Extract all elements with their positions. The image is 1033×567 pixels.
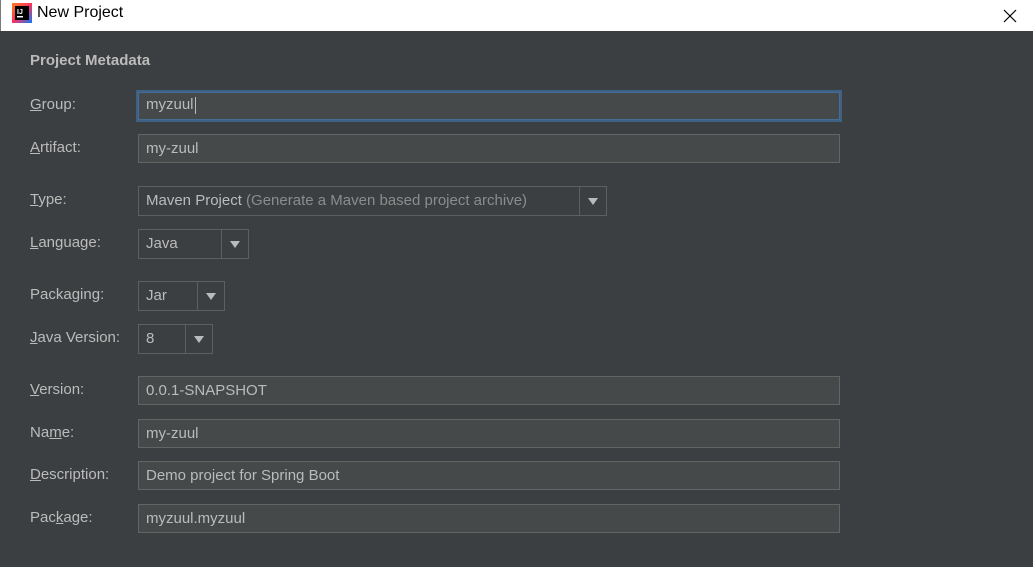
language-select[interactable]: Java bbox=[138, 229, 249, 259]
packaging-label-text: ing: bbox=[80, 286, 105, 303]
group-label-mnemonic: G bbox=[30, 96, 42, 113]
artifact-label-text: rtifact: bbox=[40, 139, 81, 156]
description-label: Description: bbox=[30, 466, 109, 483]
name-label-text: e: bbox=[61, 424, 75, 441]
packaging-select-value: Jar bbox=[146, 287, 167, 304]
language-label: Language: bbox=[30, 234, 101, 251]
close-button[interactable] bbox=[987, 0, 1033, 31]
java-version-label-text: ava Version: bbox=[37, 329, 121, 346]
language-select-value: Java bbox=[146, 235, 178, 252]
group-label: Group: bbox=[30, 96, 76, 113]
svg-text:IJ: IJ bbox=[17, 9, 23, 16]
type-label: Type: bbox=[30, 191, 67, 208]
version-label-mnemonic: V bbox=[30, 381, 40, 398]
type-select-hint: (Generate a Maven based project archive) bbox=[246, 192, 528, 209]
java-version-select-value: 8 bbox=[146, 330, 155, 347]
artifact-label-mnemonic: A bbox=[30, 139, 41, 156]
packaging-label-prefix: Packa bbox=[30, 286, 72, 303]
java-version-label: Java Version: bbox=[30, 329, 120, 346]
group-input[interactable]: myzuul bbox=[136, 90, 842, 122]
chevron-down-icon bbox=[194, 335, 204, 343]
text-cursor bbox=[194, 96, 196, 114]
type-select-value: Maven Project bbox=[146, 192, 242, 209]
artifact-label: Artifact: bbox=[30, 139, 81, 156]
name-label-prefix: Na bbox=[30, 424, 50, 441]
artifact-input[interactable]: my-zuul bbox=[138, 134, 840, 163]
version-label-text: ersion: bbox=[39, 381, 85, 398]
intellij-idea-icon: IJ bbox=[12, 3, 32, 23]
type-dropdown-button[interactable] bbox=[579, 187, 606, 215]
close-icon bbox=[1003, 9, 1017, 22]
package-input[interactable]: myzuul.myzuul bbox=[138, 504, 840, 533]
packaging-dropdown-button[interactable] bbox=[197, 282, 224, 310]
chevron-down-icon bbox=[206, 292, 216, 300]
window-title: New Project bbox=[37, 4, 124, 21]
chevron-down-icon bbox=[588, 197, 598, 205]
title-bar: IJ New Project bbox=[0, 0, 1033, 31]
version-input[interactable]: 0.0.1-SNAPSHOT bbox=[138, 376, 840, 405]
java-version-dropdown-button[interactable] bbox=[185, 325, 212, 353]
language-dropdown-button[interactable] bbox=[221, 230, 248, 258]
type-select[interactable]: Maven Project (Generate a Maven based pr… bbox=[138, 186, 607, 216]
packaging-select[interactable]: Jar bbox=[138, 281, 225, 311]
section-title: Project Metadata bbox=[30, 52, 151, 69]
packaging-label: Packaging: bbox=[30, 286, 104, 303]
package-label: Package: bbox=[30, 509, 93, 526]
java-version-label-mnemonic: J bbox=[30, 329, 38, 346]
package-label-text: age: bbox=[63, 509, 93, 526]
name-label-mnemonic: m bbox=[49, 424, 62, 441]
packaging-label-mnemonic: g bbox=[71, 286, 81, 303]
type-label-text: ype: bbox=[38, 191, 67, 208]
group-input-value: myzuul bbox=[146, 96, 194, 113]
name-input[interactable]: my-zuul bbox=[138, 419, 840, 448]
description-input[interactable]: Demo project for Spring Boot bbox=[138, 461, 840, 490]
group-label-text: roup: bbox=[41, 96, 76, 113]
name-label: Name: bbox=[30, 424, 74, 441]
language-label-text: anguage: bbox=[38, 234, 101, 251]
description-label-text: escription: bbox=[40, 466, 110, 483]
version-label: Version: bbox=[30, 381, 84, 398]
java-version-select[interactable]: 8 bbox=[138, 324, 213, 354]
package-label-prefix: Pac bbox=[30, 509, 56, 526]
description-label-mnemonic: D bbox=[30, 466, 41, 483]
chevron-down-icon bbox=[230, 240, 240, 248]
